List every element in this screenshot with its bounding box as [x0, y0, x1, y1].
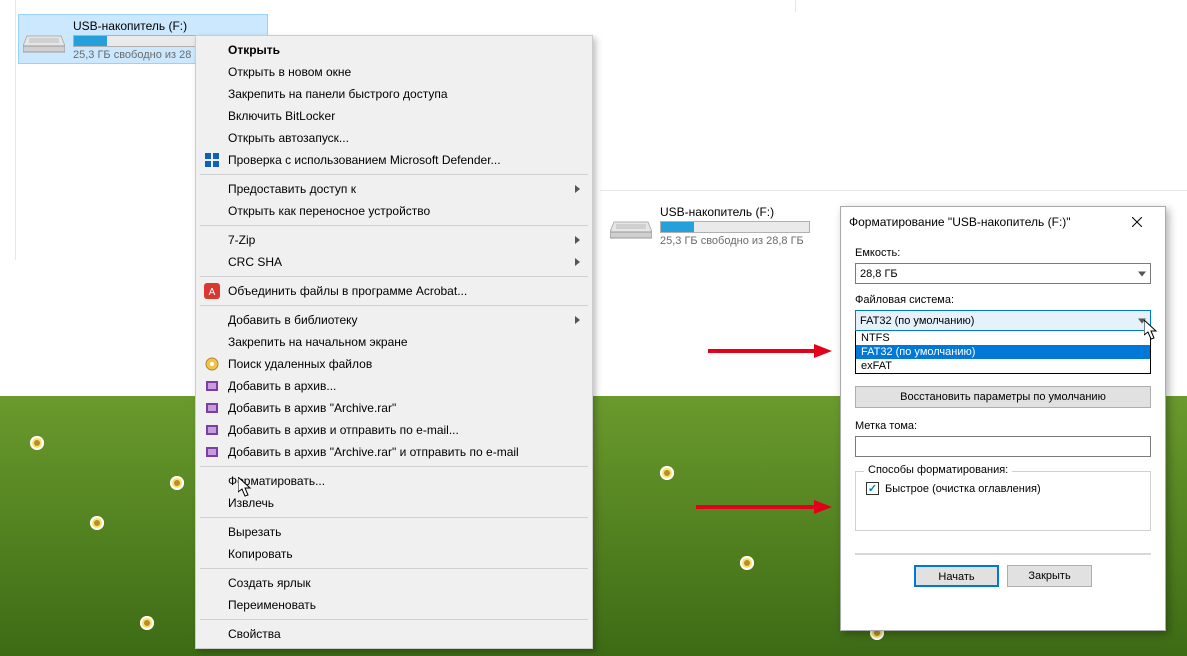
format-dialog: Форматирование "USB-накопитель (F:)" Емк…	[840, 206, 1166, 631]
ctx-rename[interactable]: Переименовать	[198, 594, 590, 616]
chevron-right-icon	[575, 316, 580, 324]
ctx-add-library[interactable]: Добавить в библиотеку	[198, 309, 590, 331]
ctx-add-archive[interactable]: Добавить в архив...	[198, 375, 590, 397]
quick-format-label: Быстрое (очистка оглавления)	[885, 483, 1041, 495]
drive-label: USB-накопитель (F:)	[660, 205, 810, 219]
quick-format-checkbox[interactable]: ✓	[866, 482, 879, 495]
winrar-icon	[204, 444, 220, 460]
recuva-icon	[204, 356, 220, 372]
drive-tile-usb-right[interactable]: USB-накопитель (F:) 25,3 ГБ свободно из …	[605, 200, 855, 250]
ctx-create-shortcut[interactable]: Создать ярлык	[198, 572, 590, 594]
ctx-open-new-window[interactable]: Открыть в новом окне	[198, 61, 590, 83]
ctx-crc-sha[interactable]: CRC SHA	[198, 251, 590, 273]
filesystem-combo[interactable]: FAT32 (по умолчанию)	[855, 310, 1151, 331]
dialog-separator	[855, 553, 1151, 555]
restore-defaults-button[interactable]: Восстановить параметры по умолчанию	[855, 386, 1151, 408]
close-dialog-button[interactable]: Закрыть	[1007, 565, 1092, 587]
ctx-copy[interactable]: Копировать	[198, 543, 590, 565]
ctx-add-archive-rar[interactable]: Добавить в архив "Archive.rar"	[198, 397, 590, 419]
volume-input[interactable]	[855, 436, 1151, 457]
winrar-icon	[204, 378, 220, 394]
fs-option-exfat[interactable]: exFAT	[856, 359, 1150, 373]
format-methods-group: Способы форматирования: ✓ Быстрое (очист…	[855, 471, 1151, 531]
ctx-pin-start[interactable]: Закрепить на начальном экране	[198, 331, 590, 353]
fs-option-ntfs[interactable]: NTFS	[856, 331, 1150, 345]
format-methods-legend: Способы форматирования:	[864, 464, 1012, 476]
shield-icon	[204, 152, 220, 168]
fs-option-fat32[interactable]: FAT32 (по умолчанию)	[856, 345, 1150, 359]
chevron-right-icon	[575, 236, 580, 244]
winrar-icon	[204, 422, 220, 438]
ctx-pin-quick-access[interactable]: Закрепить на панели быстрого доступа	[198, 83, 590, 105]
acrobat-icon: A	[204, 283, 220, 299]
context-menu: Открыть Открыть в новом окне Закрепить н…	[195, 35, 593, 649]
usb-drive-icon	[608, 203, 654, 247]
close-icon	[1132, 217, 1142, 227]
capacity-label: Емкость:	[855, 247, 1151, 259]
ctx-add-archive-email[interactable]: Добавить в архив и отправить по e-mail..…	[198, 419, 590, 441]
ctx-format[interactable]: Форматировать...	[198, 470, 590, 492]
ctx-eject[interactable]: Извлечь	[198, 492, 590, 514]
filesystem-label: Файловая система:	[855, 294, 1151, 306]
chevron-right-icon	[575, 185, 580, 193]
ctx-cut[interactable]: Вырезать	[198, 521, 590, 543]
chevron-down-icon	[1138, 271, 1146, 276]
ctx-open-autoplay[interactable]: Открыть автозапуск...	[198, 127, 590, 149]
ctx-open-portable[interactable]: Открыть как переносное устройство	[198, 200, 590, 222]
drive-label: USB-накопитель (F:)	[73, 19, 223, 33]
chevron-right-icon	[575, 258, 580, 266]
ctx-7zip[interactable]: 7-Zip	[198, 229, 590, 251]
ctx-properties[interactable]: Свойства	[198, 623, 590, 645]
volume-label: Метка тома:	[855, 420, 1151, 432]
ctx-give-access[interactable]: Предоставить доступ к	[198, 178, 590, 200]
capacity-combo[interactable]: 28,8 ГБ	[855, 263, 1151, 284]
filesystem-dropdown: NTFS FAT32 (по умолчанию) exFAT	[855, 330, 1151, 374]
ctx-defender-scan[interactable]: Проверка с использованием Microsoft Defe…	[198, 149, 590, 171]
ctx-add-archive-rar-email[interactable]: Добавить в архив "Archive.rar" и отправи…	[198, 441, 590, 463]
close-button[interactable]	[1117, 208, 1157, 236]
drive-capacity-bar	[660, 221, 810, 233]
usb-drive-icon	[21, 17, 67, 61]
start-button[interactable]: Начать	[914, 565, 999, 587]
dialog-titlebar[interactable]: Форматирование "USB-накопитель (F:)"	[841, 207, 1165, 237]
annotation-arrow	[708, 344, 832, 358]
chevron-down-icon	[1138, 318, 1146, 323]
svg-text:A: A	[209, 287, 216, 298]
drive-free-text: 25,3 ГБ свободно из 28,8 ГБ	[660, 235, 810, 247]
ctx-enable-bitlocker[interactable]: Включить BitLocker	[198, 105, 590, 127]
ctx-open[interactable]: Открыть	[198, 39, 590, 61]
ctx-recuva[interactable]: Поиск удаленных файлов	[198, 353, 590, 375]
ctx-combine-acrobat[interactable]: A Объединить файлы в программе Acrobat..…	[198, 280, 590, 302]
dialog-title: Форматирование "USB-накопитель (F:)"	[849, 215, 1071, 229]
winrar-icon	[204, 400, 220, 416]
annotation-arrow	[696, 500, 832, 514]
